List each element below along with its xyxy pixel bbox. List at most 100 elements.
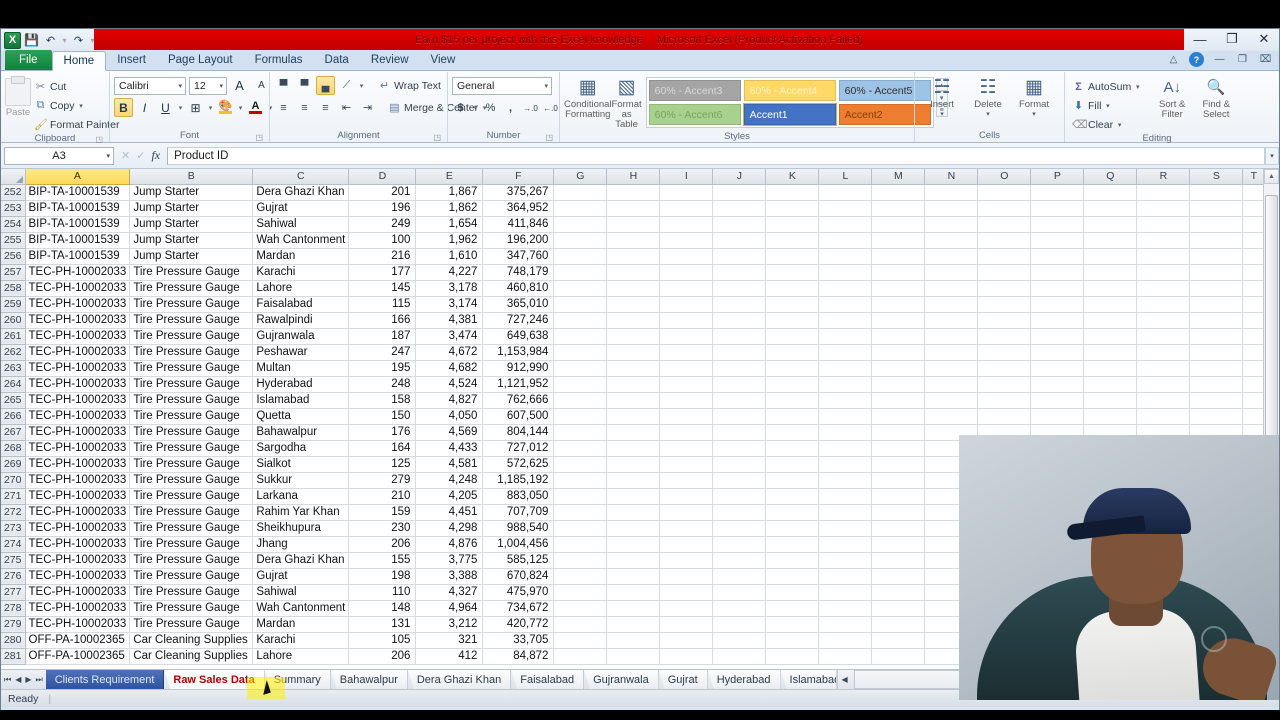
cell-D253[interactable]: 196 (348, 200, 417, 217)
column-header-J[interactable]: J (712, 169, 767, 185)
wrap-text-button[interactable]: ↵ Wrap Text (375, 77, 444, 94)
table-row[interactable]: 254 BIP-TA-10001539 Jump Starter Sahiwal 249… (1, 216, 1266, 233)
font-color-button[interactable]: A (246, 98, 265, 117)
cell-N254[interactable] (924, 216, 979, 233)
cell-G271[interactable] (553, 488, 608, 505)
align-bottom-button[interactable]: ▄ (316, 76, 335, 95)
column-header-M[interactable]: M (871, 169, 926, 185)
cell-A260[interactable]: TEC-PH-10002033 (25, 312, 131, 329)
cell-H280[interactable] (606, 632, 661, 649)
cell-F254[interactable]: 411,846 (482, 216, 555, 233)
row-header-262[interactable]: 262 (1, 344, 26, 361)
cell-J264[interactable] (712, 376, 767, 393)
cell-K267[interactable] (765, 424, 820, 441)
cell-S258[interactable] (1189, 280, 1244, 297)
cell-T259[interactable] (1242, 296, 1266, 313)
cell-G255[interactable] (553, 232, 608, 249)
cell-I261[interactable] (659, 328, 714, 345)
borders-dropdown-icon[interactable]: ▾ (207, 104, 214, 112)
cell-A281[interactable]: OFF-PA-10002365 (25, 648, 131, 665)
cell-A253[interactable]: BIP-TA-10001539 (25, 200, 131, 217)
cell-P256[interactable] (1030, 248, 1085, 265)
cell-I275[interactable] (659, 552, 714, 569)
cell-T258[interactable] (1242, 280, 1266, 297)
cell-L254[interactable] (818, 216, 873, 233)
confirm-edit-icon[interactable]: ✓ (136, 149, 145, 162)
cell-L280[interactable] (818, 632, 873, 649)
cell-K275[interactable] (765, 552, 820, 569)
cell-O266[interactable] (977, 408, 1032, 425)
cell-J256[interactable] (712, 248, 767, 265)
cell-H253[interactable] (606, 200, 661, 217)
tab-insert[interactable]: Insert (106, 50, 157, 70)
cell-Q259[interactable] (1083, 296, 1138, 313)
cell-M278[interactable] (871, 600, 926, 617)
cell-H272[interactable] (606, 504, 661, 521)
cell-F279[interactable]: 420,772 (482, 616, 555, 633)
row-header-277[interactable]: 277 (1, 584, 26, 601)
cell-C255[interactable]: Wah Cantonment (252, 232, 350, 249)
cell-A258[interactable]: TEC-PH-10002033 (25, 280, 131, 297)
cell-A263[interactable]: TEC-PH-10002033 (25, 360, 131, 377)
cell-H254[interactable] (606, 216, 661, 233)
cell-C266[interactable]: Quetta (252, 408, 350, 425)
cell-M256[interactable] (871, 248, 926, 265)
prev-sheet-icon[interactable]: ◀ (15, 675, 21, 684)
orientation-button[interactable]: ⟋ (337, 76, 356, 95)
cell-D265[interactable]: 158 (348, 392, 417, 409)
cell-S261[interactable] (1189, 328, 1244, 345)
cell-D266[interactable]: 150 (348, 408, 417, 425)
cell-R259[interactable] (1136, 296, 1191, 313)
cell-R265[interactable] (1136, 392, 1191, 409)
column-header-T[interactable]: T (1242, 169, 1266, 185)
cell-L264[interactable] (818, 376, 873, 393)
cell-E276[interactable]: 3,388 (415, 568, 484, 585)
cell-M252[interactable] (871, 184, 926, 201)
table-row[interactable]: 256 BIP-TA-10001539 Jump Starter Mardan 216 1… (1, 248, 1266, 265)
row-header-281[interactable]: 281 (1, 648, 26, 665)
cell-R258[interactable] (1136, 280, 1191, 297)
cell-C270[interactable]: Sukkur (252, 472, 350, 489)
cell-N252[interactable] (924, 184, 979, 201)
cell-I269[interactable] (659, 456, 714, 473)
expand-formula-bar-button[interactable]: ▾ (1265, 146, 1279, 165)
cell-L259[interactable] (818, 296, 873, 313)
cell-K280[interactable] (765, 632, 820, 649)
sheet-tab-bahawalpur[interactable]: Bahawalpur (330, 670, 408, 689)
cell-T262[interactable] (1242, 344, 1266, 361)
cell-P260[interactable] (1030, 312, 1085, 329)
cell-H259[interactable] (606, 296, 661, 313)
cell-M253[interactable] (871, 200, 926, 217)
cell-M264[interactable] (871, 376, 926, 393)
percent-button[interactable]: % (482, 99, 499, 117)
cell-K268[interactable] (765, 440, 820, 457)
cell-K259[interactable] (765, 296, 820, 313)
cell-G252[interactable] (553, 184, 608, 201)
cell-D275[interactable]: 155 (348, 552, 417, 569)
cell-B270[interactable]: Tire Pressure Gauge (129, 472, 254, 489)
borders-button[interactable]: ⊞ (186, 98, 205, 117)
cell-A266[interactable]: TEC-PH-10002033 (25, 408, 131, 425)
column-header-I[interactable]: I (659, 169, 714, 185)
fill-button[interactable]: ⬇ Fill ▾ (1069, 97, 1144, 114)
cell-A259[interactable]: TEC-PH-10002033 (25, 296, 131, 313)
cell-D276[interactable]: 198 (348, 568, 417, 585)
row-header-252[interactable]: 252 (1, 184, 26, 201)
column-header-D[interactable]: D (348, 169, 417, 185)
cell-I270[interactable] (659, 472, 714, 489)
cell-L261[interactable] (818, 328, 873, 345)
cell-F256[interactable]: 347,760 (482, 248, 555, 265)
table-row[interactable]: 262 TEC-PH-10002033 Tire Pressure Gauge Pes… (1, 344, 1266, 361)
column-header-N[interactable]: N (924, 169, 979, 185)
cell-G266[interactable] (553, 408, 608, 425)
doc-restore-icon[interactable]: ❐ (1235, 52, 1250, 67)
cell-M280[interactable] (871, 632, 926, 649)
cell-H263[interactable] (606, 360, 661, 377)
cell-B273[interactable]: Tire Pressure Gauge (129, 520, 254, 537)
cell-L260[interactable] (818, 312, 873, 329)
delete-cells-button[interactable]: ☷ Delete ▾ (965, 76, 1011, 119)
cell-C252[interactable]: Dera Ghazi Khan (252, 184, 350, 201)
cell-R254[interactable] (1136, 216, 1191, 233)
cell-M277[interactable] (871, 584, 926, 601)
cell-Q264[interactable] (1083, 376, 1138, 393)
